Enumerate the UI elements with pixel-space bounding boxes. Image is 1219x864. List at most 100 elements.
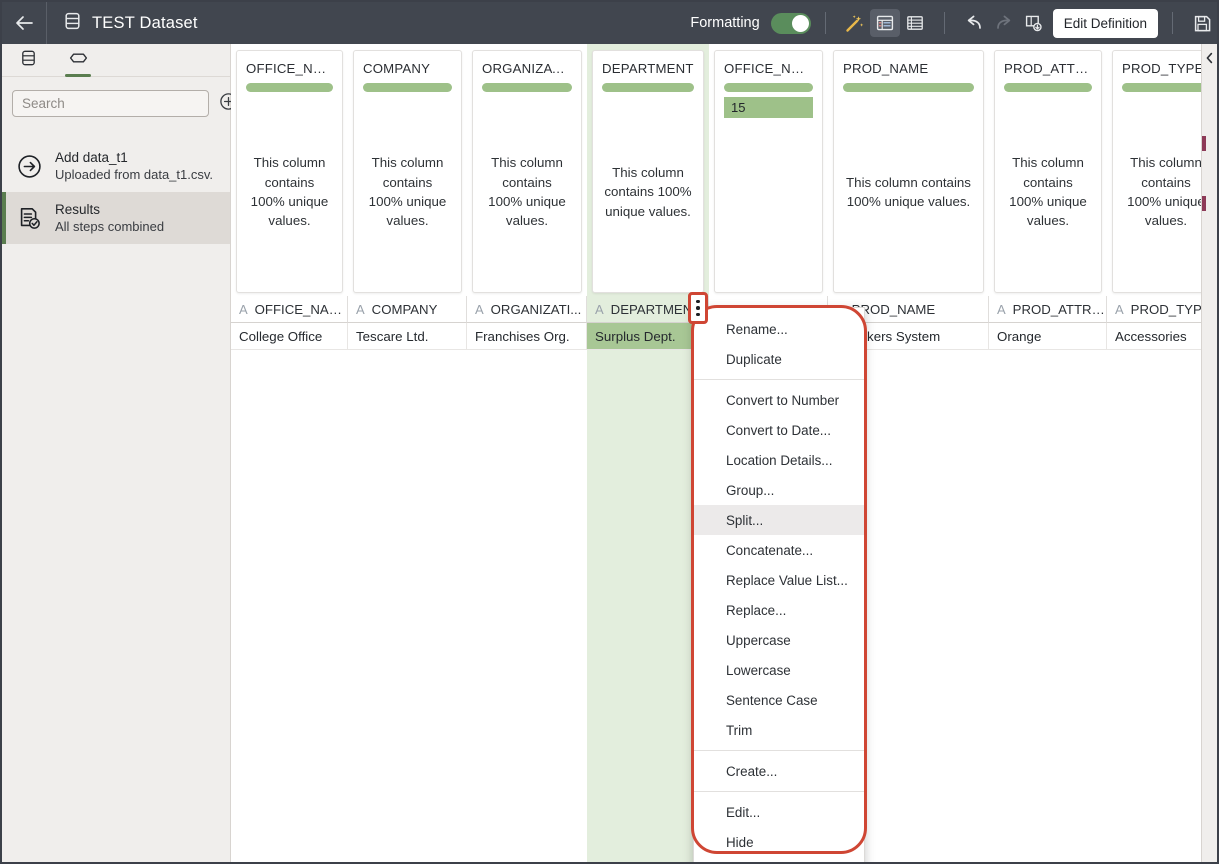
sidebar-tab-pipeline[interactable] (64, 44, 92, 77)
save-script-icon (1024, 14, 1043, 33)
right-panel (1201, 44, 1217, 862)
column-header-1[interactable]: ACOMPANY (348, 296, 467, 323)
column-card-7[interactable]: PROD_TYPEThis column contains 100% uniqu… (1107, 44, 1202, 862)
save-button[interactable] (1187, 9, 1217, 37)
table-cell[interactable]: Franchises Org. (467, 323, 587, 350)
profile-card-title: DEPARTMENT (602, 61, 694, 76)
formatting-toggle[interactable] (771, 13, 811, 34)
profile-bar (602, 83, 694, 92)
unique-values-note: This column contains 100% unique values. (1004, 92, 1092, 292)
more-vertical-icon (696, 306, 700, 310)
step-title: Results (55, 201, 164, 219)
menu-item-convert-to-number[interactable]: Convert to Number (694, 385, 864, 415)
column-header-label: COMPANY (372, 302, 438, 317)
step-item-add-data[interactable]: Add data_t1 Uploaded from data_t1.csv. (2, 140, 230, 192)
profile-spacer (724, 118, 813, 292)
undo-button[interactable] (959, 9, 989, 37)
profile-card-title: COMPANY (363, 61, 452, 76)
step-item-results[interactable]: Results All steps combined (2, 192, 230, 244)
arrow-left-icon (15, 15, 34, 31)
column-context-menu: Rename...Duplicate Convert to NumberConve… (693, 307, 865, 864)
column-card-1[interactable]: COMPANYThis column contains 100% unique … (348, 44, 467, 862)
column-card-0[interactable]: OFFICE_NAMEThis column contains 100% uni… (231, 44, 348, 862)
database-icon (64, 12, 81, 35)
undo-icon (964, 14, 984, 32)
step-title: Add data_t1 (55, 149, 213, 167)
menu-item-create[interactable]: Create... (694, 756, 864, 786)
menu-item-hide[interactable]: Hide (694, 827, 864, 857)
toolbar-separator-3 (1172, 12, 1173, 34)
profile-card: OFFICE_NAMEThis column contains 100% uni… (236, 50, 343, 293)
profile-bar (843, 83, 974, 92)
grid-view-button[interactable] (870, 9, 900, 37)
profile-card-title: PROD_NAME (843, 61, 974, 76)
menu-item-group[interactable]: Group... (694, 475, 864, 505)
text-type-icon: A (1115, 302, 1124, 317)
grid-view-icon (876, 14, 894, 32)
more-vertical-icon (696, 300, 700, 304)
page-title: TEST Dataset (92, 14, 198, 33)
menu-item-location-details[interactable]: Location Details... (694, 445, 864, 475)
menu-item-uppercase[interactable]: Uppercase (694, 625, 864, 655)
menu-item-concatenate[interactable]: Concatenate... (694, 535, 864, 565)
list-view-button[interactable] (900, 9, 930, 37)
menu-item-trim[interactable]: Trim (694, 715, 864, 745)
column-card-3[interactable]: DEPARTMENT This column contains 100% uniq… (587, 44, 709, 862)
column-menu-button[interactable] (691, 295, 705, 321)
search-input[interactable] (12, 90, 209, 117)
dataset-title-group: TEST Dataset (47, 12, 198, 35)
column-header-0[interactable]: A OFFICE_NAME (231, 296, 348, 323)
table-cell[interactable]: College Office (231, 323, 348, 350)
menu-item-duplicate[interactable]: Duplicate (694, 344, 864, 374)
redo-button[interactable] (989, 9, 1019, 37)
sidebar-search-row (2, 77, 230, 117)
text-type-icon: A (595, 302, 604, 317)
menu-item-delete[interactable]: Delete (694, 857, 864, 864)
table-cell[interactable]: Accessories (1107, 323, 1202, 350)
column-profile-cards: OFFICE_NAMEThis column contains 100% uni… (231, 44, 1202, 293)
text-type-icon: A (239, 302, 248, 317)
profile-card: COMPANYThis column contains 100% unique … (353, 50, 462, 293)
column-header-6[interactable]: APROD_ATTRI... (989, 296, 1107, 323)
profile-card-title: OFFICE_NUMBER (724, 61, 813, 76)
menu-item-replace-value-list[interactable]: Replace Value List... (694, 565, 864, 595)
unique-values-note: This column contains 100% unique values. (602, 92, 694, 292)
menu-item-convert-to-date[interactable]: Convert to Date... (694, 415, 864, 445)
step-text: Results All steps combined (55, 201, 164, 236)
profile-bar (1122, 83, 1202, 92)
column-header-2[interactable]: AORGANIZATI... (467, 296, 587, 323)
menu-item-replace[interactable]: Replace... (694, 595, 864, 625)
column-header-label: OFFICE_NAME (255, 302, 347, 317)
magic-wand-button[interactable] (840, 9, 870, 37)
menu-separator (694, 791, 864, 792)
panel-marker (1202, 196, 1206, 211)
column-card-2[interactable]: ORGANIZATIONThis column contains 100% un… (467, 44, 587, 862)
unique-values-note: This column contains 100% unique values. (843, 92, 974, 292)
profile-card: DEPARTMENT This column contains 100% uniq… (592, 50, 704, 293)
back-button[interactable] (2, 2, 46, 44)
menu-item-edit[interactable]: Edit... (694, 797, 864, 827)
menu-item-lowercase[interactable]: Lowercase (694, 655, 864, 685)
table-cell[interactable]: Surplus Dept. (587, 323, 709, 350)
profile-bar (482, 83, 572, 92)
profile-card-title: PROD_TYPE (1122, 61, 1202, 76)
edit-definition-button[interactable]: Edit Definition (1053, 9, 1158, 38)
column-card-6[interactable]: PROD_ATTRIBU...This column contains 100%… (989, 44, 1107, 862)
left-sidebar: Add data_t1 Uploaded from data_t1.csv. (2, 44, 231, 862)
column-header-7[interactable]: APROD_TYPE (1107, 296, 1202, 323)
node-shape-icon (69, 51, 88, 70)
database-icon (21, 50, 36, 71)
profile-card: ORGANIZATIONThis column contains 100% un… (472, 50, 582, 293)
menu-item-rename[interactable]: Rename... (694, 314, 864, 344)
menu-item-split[interactable]: Split... (694, 505, 864, 535)
step-subtitle: Uploaded from data_t1.csv. (55, 166, 213, 183)
sidebar-tab-data-sources[interactable] (14, 44, 42, 77)
table-cell[interactable]: Tescare Ltd. (348, 323, 467, 350)
profile-value-bar[interactable]: 15 (724, 97, 813, 118)
text-type-icon: A (997, 302, 1006, 317)
table-cell[interactable]: Orange (989, 323, 1107, 350)
unique-values-note: This column contains 100% unique values. (482, 92, 572, 292)
collapse-panel-button[interactable] (1202, 51, 1217, 69)
save-script-button[interactable] (1019, 9, 1049, 37)
menu-item-sentence-case[interactable]: Sentence Case (694, 685, 864, 715)
